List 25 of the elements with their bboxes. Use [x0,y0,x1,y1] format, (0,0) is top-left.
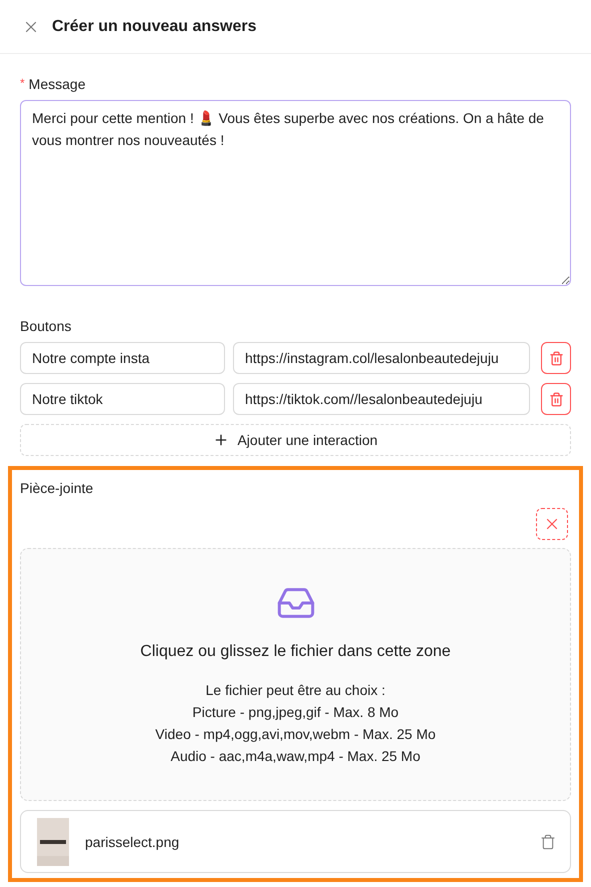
dropzone-hint: Video - mp4,ogg,avi,mov,webm - Max. 25 Mo [155,725,436,744]
button-url-field[interactable]: https://tiktok.com//lesalonbeautedejuju [233,383,530,415]
file-name: parisselect.png [85,834,180,850]
delete-button[interactable] [541,342,571,374]
trash-icon [548,350,564,366]
field-label: Message [28,76,86,92]
required-mark: * [20,76,25,90]
delete-file-button[interactable] [540,834,556,850]
upload-dropzone[interactable]: Cliquez ou glissez le fichier dans cette zone Le fichier peut être au choix : Picture - png,jpeg,gif - Max. 8 Mo Video - mp4,ogg,avi,mov,webm - Max. 25 Mo Audio - aac,m4a,waw,mp4 - Max. 25 Mo [20,548,571,801]
button-name-field[interactable]: Notre compte insta [20,342,225,374]
trash-icon [540,834,556,850]
delete-button[interactable] [541,383,571,415]
dropzone-title: Cliquez ou glissez le fichier dans cette zone [140,643,451,661]
trash-icon [548,392,564,406]
field-label: Boutons [20,318,72,334]
add-interaction-button[interactable]: Ajouter une interaction [20,424,571,456]
button-url-field[interactable]: https://instagram.col/lesalonbeautedejuju [233,342,530,374]
field-label: Pièce-jointe [20,480,94,496]
dropzone-hint: Audio - aac,m4a,waw,mp4 - Max. 25 Mo [170,747,420,766]
button-name-field[interactable]: Notre tiktok [20,383,225,415]
message-field[interactable]: Merci pour cette mention ! 💄 Vous êtes superbe avec nos créations. On a hâte de vous montrer nos nouveautés ! [20,100,571,286]
dropzone-hint: Picture - png,jpeg,gif - Max. 8 Mo [192,703,399,722]
dropzone-hint: Le fichier peut être au choix : [206,681,386,700]
window-title: Créer un nouveau answers [52,18,257,36]
remove-button[interactable] [536,508,568,540]
